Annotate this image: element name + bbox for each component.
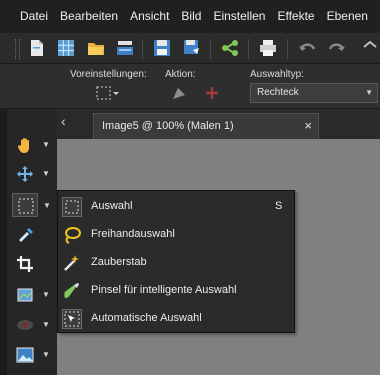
- save-icon[interactable]: [152, 38, 172, 58]
- flyout-item-smart-selection-brush[interactable]: Pinsel für intelligente Auswahl: [58, 277, 294, 305]
- red-eye-icon: [17, 320, 33, 330]
- tool-move[interactable]: ▼: [12, 162, 50, 186]
- move-icon: [17, 166, 33, 182]
- grid-icon[interactable]: [56, 38, 76, 58]
- shortcut-label: S: [275, 200, 283, 212]
- flyout-item-automatische-auswahl[interactable]: Automatische Auswahl: [58, 305, 294, 333]
- toolbar-separator: [248, 39, 249, 59]
- smart-brush-icon: [62, 281, 82, 301]
- cancel-button[interactable]: [203, 84, 221, 102]
- tool-straighten[interactable]: ▼: [12, 283, 50, 307]
- pan-hand-icon: [17, 138, 29, 153]
- chevron-down-icon[interactable]: ▼: [42, 290, 50, 299]
- share-icon[interactable]: [220, 38, 240, 58]
- save-as-icon[interactable]: [182, 38, 202, 58]
- presets-dropdown[interactable]: [95, 84, 121, 102]
- toolbar-separator: [142, 39, 143, 59]
- flyout-item-auswahl[interactable]: Auswahl S: [58, 193, 294, 221]
- menubar-grip: [0, 0, 14, 33]
- rect-select-icon: [96, 86, 119, 100]
- redo-icon[interactable]: [327, 38, 347, 58]
- menu-bild[interactable]: Bild: [175, 0, 207, 33]
- new-document-icon[interactable]: [27, 38, 47, 58]
- menu-bearbeiten[interactable]: Bearbeiten: [54, 0, 124, 33]
- palette-edge: [0, 109, 7, 375]
- flyout-item-freihandauswahl[interactable]: Freihandauswahl: [58, 221, 294, 249]
- action-button[interactable]: [170, 84, 188, 102]
- plus-cross-icon: [206, 87, 218, 99]
- action-apply-icon: [173, 88, 185, 99]
- selection-icon: [18, 198, 34, 214]
- chevron-down-icon[interactable]: ▼: [42, 350, 50, 359]
- eyedropper-icon: [19, 228, 33, 242]
- toolbar-separator: [287, 39, 288, 59]
- document-tab-strip: ‹ Image5 @ 100% (Malen 1) ×: [57, 109, 380, 140]
- scan-icon[interactable]: [115, 38, 135, 58]
- print-icon[interactable]: [258, 38, 278, 58]
- magic-wand-icon: [62, 253, 82, 273]
- menu-einstellen[interactable]: Einstellen: [207, 0, 271, 33]
- flyout-item-label: Zauberstab: [91, 256, 147, 268]
- chevron-down-icon[interactable]: ▼: [42, 140, 50, 149]
- selection-type-value: Rechteck: [257, 87, 299, 98]
- toolbar-grip[interactable]: [15, 39, 20, 59]
- tool-selection[interactable]: ▼: [12, 193, 51, 217]
- tool-red-eye[interactable]: ▼: [12, 313, 50, 337]
- menu-effekte[interactable]: Effekte: [271, 0, 320, 33]
- chevron-down-icon[interactable]: ▼: [42, 169, 50, 178]
- flyout-item-label: Freihandauswahl: [91, 228, 175, 240]
- tool-options-bar: Voreinstellungen: Aktion: Auswahltyp: Re…: [0, 64, 380, 109]
- flyout-item-label: Automatische Auswahl: [91, 312, 202, 324]
- chevron-down-icon[interactable]: ▼: [43, 201, 51, 210]
- document-tab[interactable]: Image5 @ 100% (Malen 1) ×: [93, 113, 319, 139]
- lasso-icon: [62, 225, 82, 245]
- presets-label: Voreinstellungen:: [70, 69, 147, 80]
- chevron-left-icon[interactable]: ‹: [61, 113, 66, 129]
- chevron-down-icon[interactable]: ▼: [42, 320, 50, 329]
- main-toolbar: [0, 33, 380, 64]
- auto-select-icon: [62, 309, 82, 329]
- rect-select-icon: [62, 197, 82, 217]
- tool-crop[interactable]: [12, 252, 38, 276]
- toolbar-separator: [210, 39, 211, 59]
- flyout-item-label: Auswahl: [91, 200, 133, 212]
- flyout-item-zauberstab[interactable]: Zauberstab: [58, 249, 294, 277]
- image-icon: [16, 347, 34, 363]
- tool-pan[interactable]: ▼: [12, 133, 50, 157]
- selection-type-label: Auswahltyp:: [250, 69, 304, 80]
- selection-tools-flyout: Auswahl S Freihandauswahl Zauberstab Pin…: [57, 190, 295, 333]
- menu-ebenen[interactable]: Ebenen: [321, 0, 374, 33]
- crop-icon: [17, 256, 33, 272]
- menu-bar: Datei Bearbeiten Ansicht Bild Einstellen…: [0, 0, 380, 34]
- flyout-item-label: Pinsel für intelligente Auswahl: [91, 284, 237, 296]
- straighten-icon: [17, 288, 33, 302]
- more-icon[interactable]: [360, 38, 380, 58]
- undo-icon[interactable]: [297, 38, 317, 58]
- document-tab-title: Image5 @ 100% (Malen 1): [102, 120, 234, 132]
- action-label: Aktion:: [165, 69, 196, 80]
- close-icon[interactable]: ×: [304, 114, 312, 138]
- tool-eyedropper[interactable]: [12, 222, 38, 246]
- open-folder-icon[interactable]: [86, 38, 106, 58]
- tool-image[interactable]: ▼: [12, 343, 50, 367]
- menu-datei[interactable]: Datei: [14, 0, 54, 33]
- menu-ansicht[interactable]: Ansicht: [124, 0, 175, 33]
- selection-type-select[interactable]: Rechteck ▼: [250, 83, 378, 103]
- chevron-down-icon: ▼: [365, 88, 373, 97]
